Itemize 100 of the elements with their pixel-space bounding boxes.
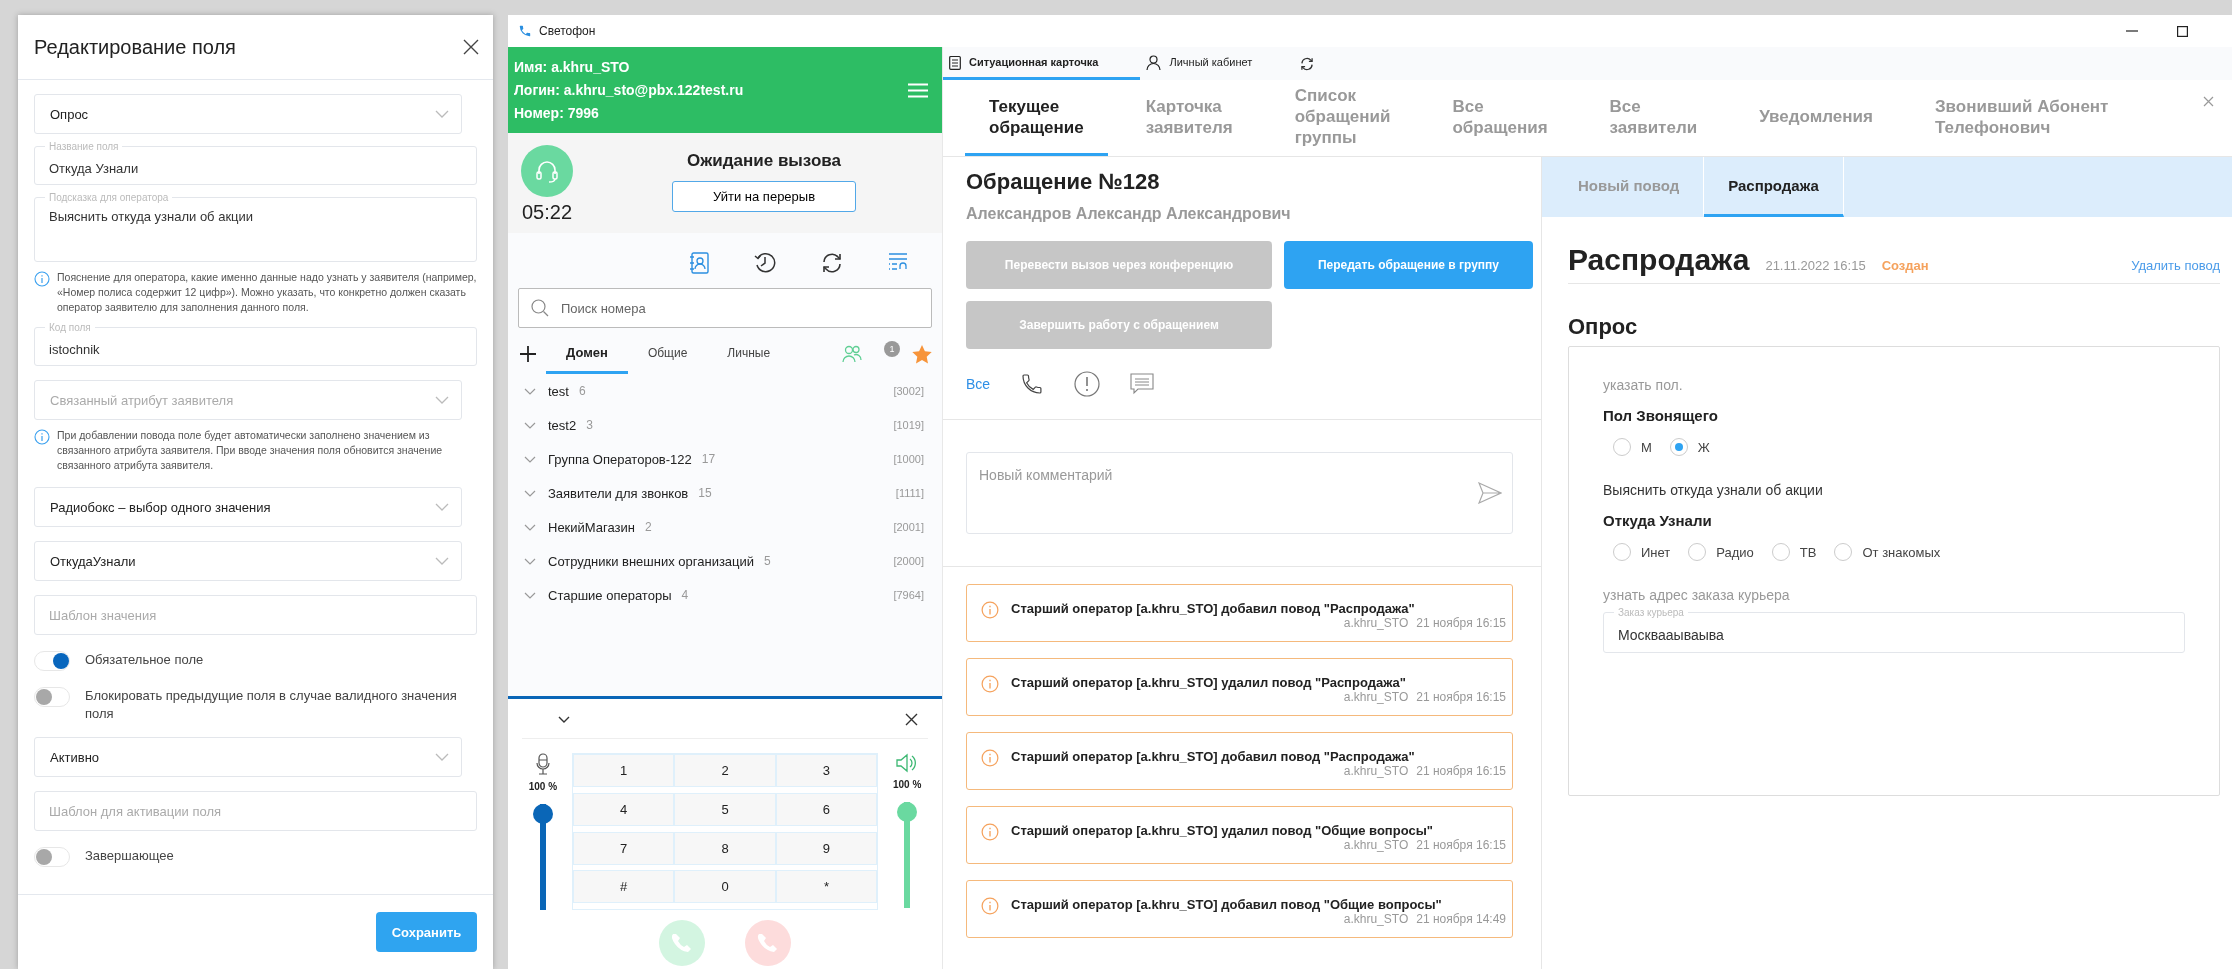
chevron-down-icon[interactable] xyxy=(558,716,570,723)
history-icon[interactable] xyxy=(754,252,776,274)
user-info-text: Номер: 7996 xyxy=(514,105,600,121)
event-author: a.khru_STO xyxy=(1343,764,1409,778)
contact-tab[interactable]: Личные xyxy=(707,334,791,374)
dial-key[interactable]: 7 xyxy=(572,831,675,865)
refresh-icon[interactable] xyxy=(821,252,843,274)
dial-key[interactable]: 5 xyxy=(674,792,776,826)
chevron-down-icon xyxy=(524,489,536,497)
event-text: Старший оператор [a.khru_STO] добавил повод "Общие вопросы" xyxy=(1011,897,1443,912)
nav-tab[interactable]: Текущее обращение xyxy=(965,80,1108,156)
plus-icon[interactable] xyxy=(520,346,536,362)
group-name: НекийМагазин xyxy=(548,519,635,535)
group-count: 4 xyxy=(681,588,689,602)
close-icon[interactable] xyxy=(905,713,918,726)
group-count: 17 xyxy=(701,452,716,466)
count-badge: 1 xyxy=(884,341,900,357)
radio-option[interactable]: От знакомых xyxy=(1834,543,1941,561)
question-hint: указать пол. xyxy=(1603,377,1684,393)
group-number: [1000] xyxy=(893,453,924,465)
top-tab[interactable]: Личный кабинет xyxy=(1140,47,1301,80)
group-count: 2 xyxy=(645,520,652,534)
info-icon xyxy=(981,675,999,693)
toggle-switch[interactable] xyxy=(34,651,70,671)
toggle-label: Завершающее xyxy=(85,847,174,865)
textarea-field[interactable]: Подсказка для оператора Выяснить откуда узнали об акции xyxy=(34,192,477,262)
menu-icon[interactable] xyxy=(908,82,928,98)
event-time: 21 ноября 16:15 xyxy=(1416,764,1506,778)
list-headset-icon[interactable] xyxy=(888,252,908,272)
dial-key[interactable]: 2 xyxy=(674,754,776,787)
chevron-down-icon xyxy=(435,110,449,118)
group-row[interactable]: НекийМагазин 2 [2001] xyxy=(518,510,932,544)
group-number: [2001] xyxy=(893,521,924,533)
phone-icon[interactable] xyxy=(1020,372,1045,396)
exclamation-icon[interactable] xyxy=(1074,371,1101,397)
radio-option[interactable]: ТВ xyxy=(1771,543,1817,561)
chevron-down-icon xyxy=(435,396,449,404)
dial-key[interactable]: # xyxy=(572,870,675,904)
people-icon[interactable] xyxy=(842,345,862,363)
input-field[interactable]: Название поля Откуда Узнали xyxy=(34,141,477,185)
dial-key[interactable]: 3 xyxy=(775,754,878,787)
break-button[interactable]: Уйти на перерыв xyxy=(672,181,856,212)
dropdown[interactable]: Активно xyxy=(34,737,462,777)
volume-reading: 100 % xyxy=(892,779,922,790)
toggle-switch[interactable] xyxy=(34,847,70,867)
person-icon xyxy=(1146,54,1162,70)
dial-key[interactable]: 4 xyxy=(572,792,675,826)
group-count: 5 xyxy=(764,554,771,568)
dial-key[interactable]: 1 xyxy=(572,754,675,787)
group-row[interactable]: test2 3 [1019] xyxy=(518,408,932,442)
search-field[interactable]: Поиск номера xyxy=(518,288,932,328)
window-title: Светофон xyxy=(539,24,596,38)
reason-tab[interactable]: Распродажа xyxy=(1704,157,1844,217)
info-icon xyxy=(34,271,50,287)
group-row[interactable]: test 6 [3002] xyxy=(518,374,932,408)
send-icon[interactable] xyxy=(1478,482,1502,504)
event-text: Старший оператор [a.khru_STO] добавил повод "Распродажа" xyxy=(1011,749,1416,764)
group-row[interactable]: Сотрудники внешних организаций 5 [2000] xyxy=(518,544,932,578)
group-name: Старшие операторы xyxy=(548,587,672,603)
event-author: a.khru_STO xyxy=(1343,616,1409,630)
input-field[interactable]: Заказ курьера Москвааываыва xyxy=(1603,607,2185,653)
dial-key[interactable]: 0 xyxy=(674,870,776,904)
maximize-icon[interactable] xyxy=(2177,25,2188,37)
phone-icon xyxy=(518,24,532,38)
info-icon xyxy=(981,601,999,619)
chevron-down-icon xyxy=(524,455,536,463)
event-time: 21 ноября 14:49 xyxy=(1416,912,1506,926)
radio-option[interactable]: Инет xyxy=(1613,543,1671,561)
speaker-icon[interactable] xyxy=(896,753,919,773)
dropdown[interactable]: Опрос xyxy=(34,94,462,134)
filter-all-link[interactable]: Все xyxy=(966,376,991,392)
dial-key[interactable]: 9 xyxy=(775,831,878,865)
group-row[interactable]: Заявители для звонков 15 [1111] xyxy=(518,476,932,510)
dropdown[interactable]: Радиобокс – выбор одного значения xyxy=(34,487,462,527)
group-row[interactable]: Группа Операторов-122 17 [1000] xyxy=(518,442,932,476)
input-field[interactable]: Код поля istochnik xyxy=(34,322,477,366)
contact-tab[interactable]: Общие xyxy=(627,334,708,374)
radio-option[interactable]: Радио xyxy=(1688,543,1754,561)
group-name: test2 xyxy=(548,417,577,433)
close-icon[interactable] xyxy=(463,39,479,55)
dial-key[interactable]: 8 xyxy=(674,831,776,865)
message-icon[interactable] xyxy=(1130,373,1155,395)
toggle-switch[interactable] xyxy=(34,687,70,707)
dropdown[interactable]: ОткудаУзнали xyxy=(34,541,462,581)
contacts-book-icon[interactable] xyxy=(689,252,709,274)
radio-option[interactable]: М xyxy=(1613,438,1652,456)
refresh-icon[interactable] xyxy=(1300,56,1315,71)
radio-option[interactable]: Ж xyxy=(1669,438,1710,456)
top-tab[interactable]: Ситуационная карточка xyxy=(943,47,1141,80)
microphone-icon[interactable] xyxy=(535,753,550,775)
group-number: [2000] xyxy=(893,555,924,567)
event-text: Старший оператор [a.khru_STO] удалил повод "Распродажа" xyxy=(1011,675,1407,690)
star-icon[interactable] xyxy=(912,344,932,364)
dial-key[interactable]: 6 xyxy=(775,792,878,826)
dial-key[interactable]: * xyxy=(775,870,878,904)
group-count: 15 xyxy=(698,486,712,500)
question-hint: Выяснить откуда узнали об акции xyxy=(1603,482,1824,498)
hint-text: Пояснение для оператора, какие именно данные надо узнать у заявителя (например, «Номер полиса содержит 12 цифр»). Можно указать, что конкретно должен сказать оператор заявителю для заполнения данного поля. xyxy=(57,270,477,315)
contact-tab[interactable]: Домен xyxy=(546,334,628,374)
group-row[interactable]: Старшие операторы 4 [7964] xyxy=(518,578,932,612)
